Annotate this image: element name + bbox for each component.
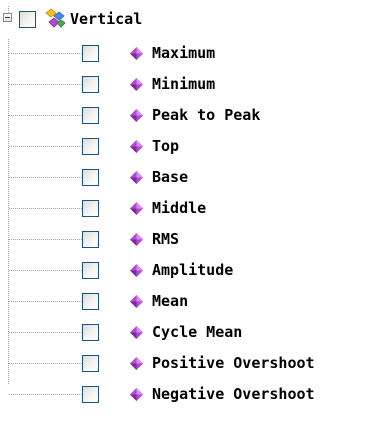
cycle-mean-checkbox[interactable] [82, 324, 99, 341]
rms-label: RMS [152, 230, 180, 248]
tree-connector-line [9, 177, 82, 178]
tree-connector-line [9, 208, 82, 209]
tree-node-minimum[interactable]: Minimum [0, 70, 372, 100]
base-label: Base [152, 168, 189, 186]
tree-connector-line [9, 53, 82, 54]
tree-node-vertical[interactable]: Vertical [0, 5, 372, 35]
tree-node-rms[interactable]: RMS [0, 225, 372, 255]
purple-gem-icon [129, 77, 144, 96]
purple-gem-icon [129, 201, 144, 220]
mean-checkbox[interactable] [82, 293, 99, 310]
amplitude-checkbox[interactable] [82, 262, 99, 279]
negative-overshoot-checkbox[interactable] [82, 386, 99, 403]
maximum-checkbox[interactable] [82, 45, 99, 62]
vertical-checkbox[interactable] [19, 11, 36, 28]
tree-connector-line [9, 394, 82, 395]
purple-gem-icon [129, 139, 144, 158]
positive-overshoot-label: Positive Overshoot [152, 354, 315, 372]
tree-connector-line [9, 332, 82, 333]
minimum-checkbox[interactable] [82, 76, 99, 93]
maximum-label: Maximum [152, 44, 216, 62]
minimum-label: Minimum [152, 75, 216, 93]
negative-overshoot-label: Negative Overshoot [152, 385, 315, 403]
mean-label: Mean [152, 292, 189, 310]
tree-node-top[interactable]: Top [0, 132, 372, 162]
measurement-tree: Vertical Maximum Minimum Peak to Peak To… [0, 0, 372, 423]
tree-node-cycle-mean[interactable]: Cycle Mean [0, 318, 372, 348]
base-checkbox[interactable] [82, 169, 99, 186]
positive-overshoot-checkbox[interactable] [82, 355, 99, 372]
tree-node-base[interactable]: Base [0, 163, 372, 193]
tree-node-mean[interactable]: Mean [0, 287, 372, 317]
tree-node-amplitude[interactable]: Amplitude [0, 256, 372, 286]
amplitude-label: Amplitude [152, 261, 234, 279]
top-label: Top [152, 137, 180, 155]
multi-gem-folder-icon [45, 8, 67, 34]
purple-gem-icon [129, 108, 144, 127]
tree-node-middle[interactable]: Middle [0, 194, 372, 224]
tree-node-positive-overshoot[interactable]: Positive Overshoot [0, 349, 372, 379]
rms-checkbox[interactable] [82, 231, 99, 248]
purple-gem-icon [129, 356, 144, 375]
vertical-label: Vertical [70, 10, 143, 28]
purple-gem-icon [129, 46, 144, 65]
purple-gem-icon [129, 263, 144, 282]
tree-connector-line [9, 301, 82, 302]
tree-node-negative-overshoot[interactable]: Negative Overshoot [0, 380, 372, 410]
tree-connector-line [9, 363, 82, 364]
middle-label: Middle [152, 199, 207, 217]
purple-gem-icon [129, 294, 144, 313]
purple-gem-icon [129, 387, 144, 406]
tree-node-maximum[interactable]: Maximum [0, 39, 372, 69]
collapse-toggle-icon[interactable] [3, 13, 12, 22]
purple-gem-icon [129, 170, 144, 189]
tree-connector-line [9, 146, 82, 147]
tree-node-peak-to-peak[interactable]: Peak to Peak [0, 101, 372, 131]
middle-checkbox[interactable] [82, 200, 99, 217]
purple-gem-icon [129, 325, 144, 344]
peak-to-peak-checkbox[interactable] [82, 107, 99, 124]
tree-connector-line [9, 270, 82, 271]
cycle-mean-label: Cycle Mean [152, 323, 243, 341]
peak-to-peak-label: Peak to Peak [152, 106, 261, 124]
tree-connector-line [9, 115, 82, 116]
tree-connector-line [9, 239, 82, 240]
top-checkbox[interactable] [82, 138, 99, 155]
purple-gem-icon [129, 232, 144, 251]
tree-connector-line [9, 84, 82, 85]
